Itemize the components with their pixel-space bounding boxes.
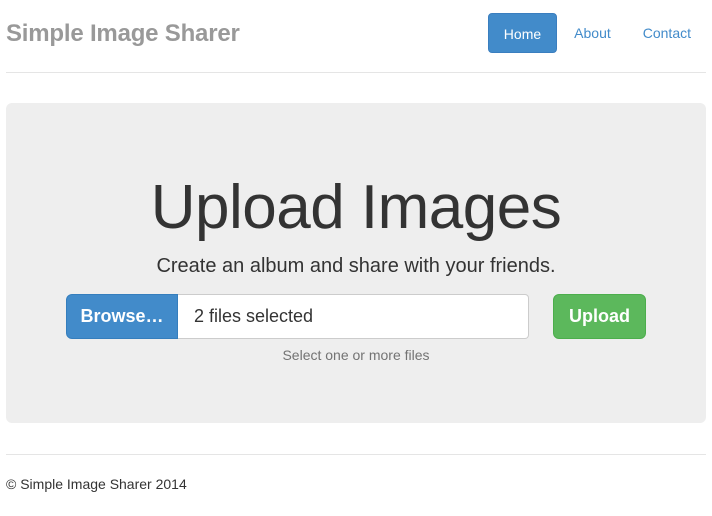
nav-home-link[interactable]: Home [487, 13, 558, 53]
nav-about-link[interactable]: About [559, 13, 626, 53]
footer-copyright: © Simple Image Sharer 2014 [6, 476, 187, 492]
page-title: Upload Images [150, 173, 562, 242]
browse-button[interactable]: Browse… [66, 294, 178, 339]
nav-contact-link[interactable]: Contact [628, 13, 706, 53]
file-help-text: Select one or more files [282, 347, 430, 363]
page-header: Simple Image Sharer Home About Contact [6, 0, 706, 73]
file-input-group: Browse… 2 files selected [66, 294, 529, 339]
footer-divider [6, 454, 706, 455]
selected-files-field[interactable]: 2 files selected [178, 294, 529, 339]
nav-pills: Home About Contact [486, 13, 706, 53]
upload-panel: Upload Images Create an album and share … [6, 103, 706, 423]
upload-button[interactable]: Upload [553, 294, 646, 339]
brand-title[interactable]: Simple Image Sharer [6, 20, 240, 48]
page-subtitle: Create an album and share with your frie… [156, 255, 556, 277]
